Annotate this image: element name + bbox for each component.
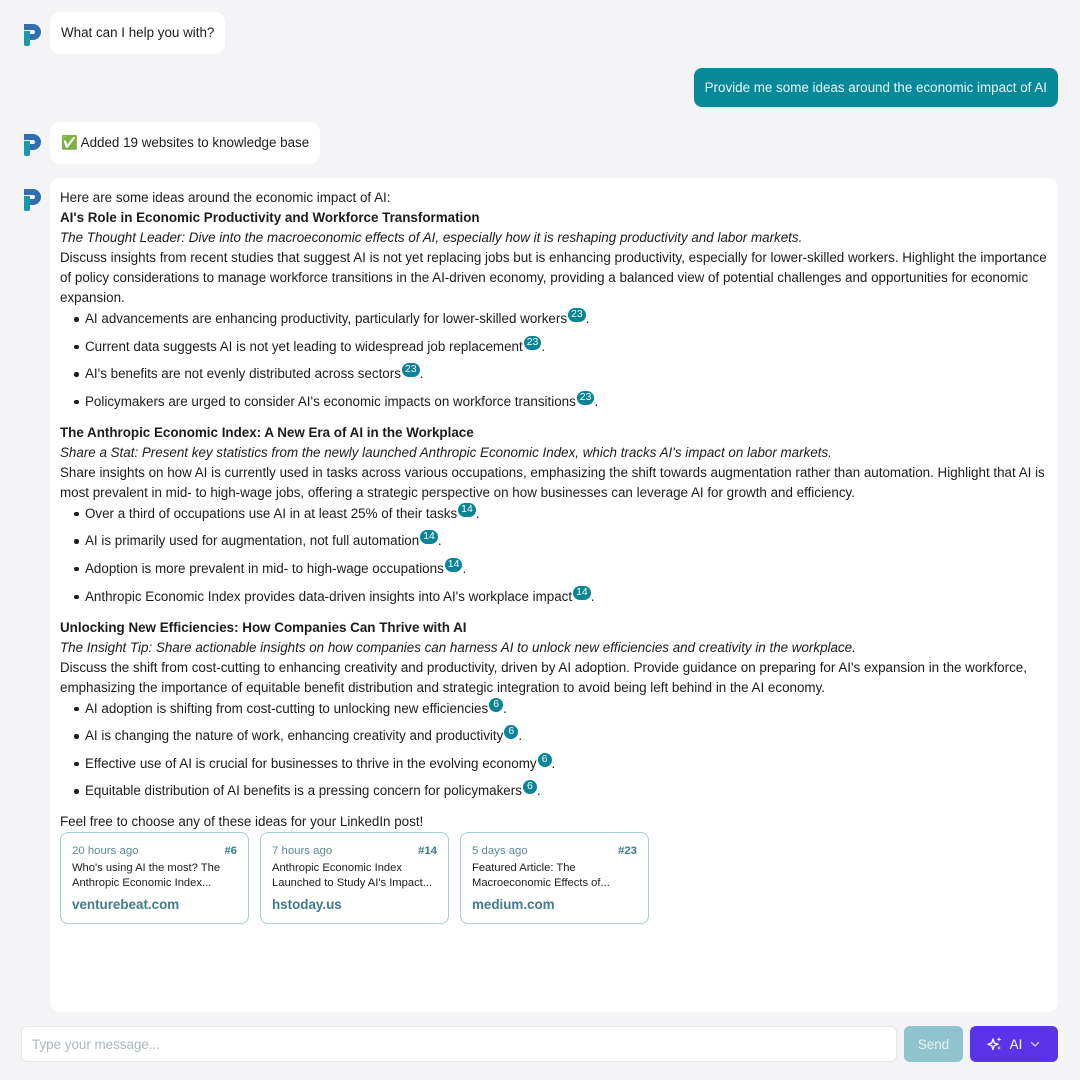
idea-section: The Anthropic Economic Index: A New Era …	[60, 423, 1048, 607]
citation-badge[interactable]: 6	[537, 752, 552, 767]
list-item: AI's benefits are not evenly distributed…	[60, 363, 1048, 384]
list-item: AI is changing the nature of work, enhan…	[60, 725, 1048, 746]
source-card[interactable]: 7 hours ago #14 Anthropic Economic Index…	[260, 832, 449, 925]
list-item: Effective use of AI is crucial for busin…	[60, 752, 1048, 774]
point-text: AI advancements are enhancing productivi…	[85, 311, 568, 326]
sparkles-icon	[987, 1037, 1002, 1051]
assistant-avatar-p-logo-icon	[24, 24, 41, 46]
list-item: Adoption is more prevalent in mid- to hi…	[60, 557, 1048, 579]
point-text: Anthropic Economic Index provides data-d…	[85, 588, 573, 604]
citation-badge[interactable]: 23	[568, 308, 586, 322]
chevron-down-icon	[1031, 1041, 1040, 1047]
source-card[interactable]: 20 hours ago #6 Who's using AI the most?…	[60, 832, 249, 925]
source-domain[interactable]: medium.com	[472, 895, 637, 915]
section-italic-lead: Share a Stat: Present key statistics fro…	[60, 444, 832, 460]
section-points: AI advancements are enhancing productivi…	[60, 308, 1048, 412]
citation-badge[interactable]: 6	[489, 697, 504, 712]
section-italic-lead: The Thought Leader: Dive into the macroe…	[60, 230, 803, 245]
idea-section: AI's Role in Economic Productivity and W…	[60, 208, 1048, 412]
point-text: Current data suggests AI is not yet lead…	[85, 338, 523, 354]
source-age: 20 hours ago	[72, 845, 139, 858]
assistant-response-message: Here are some ideas around the economic …	[50, 178, 1058, 1012]
source-cards: 20 hours ago #6 Who's using AI the most?…	[60, 832, 1048, 925]
point-text: Over a third of occupations use AI in at…	[85, 505, 458, 521]
ai-mode-button[interactable]: AI	[970, 1026, 1058, 1062]
section-italic-lead: The Insight Tip: Share actionable insigh…	[60, 639, 856, 655]
list-item: Equitable distribution of AI benefits is…	[60, 780, 1048, 801]
point-text: AI is primarily used for augmentation, n…	[85, 533, 420, 549]
source-number: #23	[617, 845, 637, 858]
message-input[interactable]	[21, 1026, 897, 1062]
citation-badge[interactable]: 14	[573, 585, 591, 600]
citation-badge[interactable]: 23	[576, 390, 595, 405]
point-text: AI's benefits are not evenly distributed…	[85, 366, 401, 382]
citation-badge[interactable]: 14	[420, 530, 438, 545]
user-message: Provide me some ideas around the economi…	[693, 68, 1058, 107]
source-age: 5 days ago	[472, 845, 528, 858]
assistant-avatar-p-logo-icon	[24, 134, 41, 156]
citation-badge[interactable]: 6	[504, 725, 519, 740]
section-title: Unlocking New Efficiencies: How Companie…	[60, 619, 467, 635]
citation-badge[interactable]: 14	[458, 502, 476, 517]
citation-badge[interactable]: 6	[522, 780, 537, 795]
list-item: Current data suggests AI is not yet lead…	[60, 335, 1048, 357]
section-points: Over a third of occupations use AI in at…	[60, 502, 1048, 607]
point-text: Effective use of AI is crucial for busin…	[85, 755, 537, 771]
list-item: AI advancements are enhancing productivi…	[60, 308, 1048, 329]
assistant-greeting-message: What can I help you with?	[50, 12, 226, 54]
section-points: AI adoption is shifting from cost-cuttin…	[60, 697, 1048, 802]
section-description: Discuss the shift from cost-cutting to e…	[60, 659, 1027, 695]
point-text: Policymakers are urged to consider AI's …	[85, 393, 576, 409]
response-intro: Here are some ideas around the economic …	[60, 190, 391, 205]
source-title: Who's using AI the most? The Anthropic E…	[72, 862, 221, 890]
assistant-avatar-p-logo-icon	[24, 189, 41, 211]
point-text: AI adoption is shifting from cost-cuttin…	[85, 700, 489, 716]
user-message-text: Provide me some ideas around the economi…	[704, 80, 1047, 95]
greeting-text: What can I help you with?	[61, 25, 215, 40]
list-item: Anthropic Economic Index provides data-d…	[60, 585, 1048, 607]
list-item: AI is primarily used for augmentation, n…	[60, 530, 1048, 551]
source-number: #14	[417, 845, 437, 858]
citation-badge[interactable]: 23	[401, 363, 420, 378]
list-item: Policymakers are urged to consider AI's …	[60, 390, 1048, 412]
point-text: Adoption is more prevalent in mid- to hi…	[85, 560, 444, 576]
section-description: Share insights on how AI is currently us…	[60, 464, 1045, 500]
source-domain[interactable]: hstoday.us	[272, 895, 437, 915]
list-item: Over a third of occupations use AI in at…	[60, 502, 1048, 524]
source-number: #6	[224, 845, 237, 858]
section-title: The Anthropic Economic Index: A New Era …	[60, 424, 474, 440]
response-outro: Feel free to choose any of these ideas f…	[60, 814, 424, 830]
source-card[interactable]: 5 days ago #23 Featured Article: The Mac…	[460, 832, 649, 925]
citation-badge[interactable]: 14	[444, 557, 463, 572]
idea-section: Unlocking New Efficiencies: How Companie…	[60, 618, 1048, 802]
list-item: AI adoption is shifting from cost-cuttin…	[60, 697, 1048, 719]
status-text: ✅ Added 19 websites to knowledge base	[61, 135, 310, 150]
citation-badge[interactable]: 23	[523, 335, 542, 350]
section-title: AI's Role in Economic Productivity and W…	[60, 210, 480, 225]
point-text: Equitable distribution of AI benefits is…	[85, 783, 522, 799]
source-title: Anthropic Economic Index Launched to Stu…	[272, 862, 433, 890]
section-description: Discuss insights from recent studies tha…	[60, 250, 1047, 305]
source-title: Featured Article: The Macroeconomic Effe…	[472, 862, 610, 890]
assistant-status-message: ✅ Added 19 websites to knowledge base	[50, 122, 321, 164]
ai-button-label: AI	[1009, 1036, 1023, 1052]
source-age: 7 hours ago	[272, 845, 333, 858]
send-button[interactable]: Send	[904, 1026, 963, 1062]
point-text: AI is changing the nature of work, enhan…	[85, 728, 504, 744]
source-domain[interactable]: venturebeat.com	[72, 895, 237, 915]
